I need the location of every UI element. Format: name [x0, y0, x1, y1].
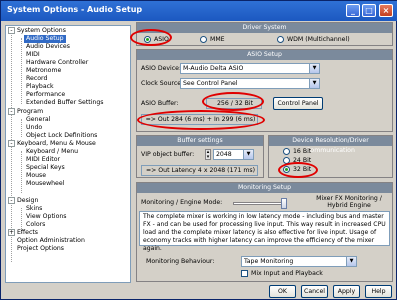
- maximize-button[interactable]: □: [362, 4, 376, 17]
- asio-latency-readout: => Out 284 (6 ms) + In 299 (6 ms): [141, 114, 258, 125]
- mix-input-label: Mix Input and Playback: [251, 270, 323, 277]
- 32-bit-label: 32 Bit: [293, 166, 312, 173]
- asio-buffer-value: 256 / 32 Bit: [206, 98, 262, 109]
- clock-source-value: See Control Panel: [183, 80, 238, 87]
- monitoring-setup-group: Monitoring Setup Monitoring / Engine Mod…: [136, 182, 393, 282]
- tree-item-mouse[interactable]: Mouse: [26, 172, 46, 180]
- tree-item-view-options[interactable]: View Options: [26, 213, 67, 221]
- monitoring-behaviour-dropdown[interactable]: Tape Monitoring ▼: [241, 256, 357, 267]
- tree-item-program[interactable]: Program: [17, 108, 43, 116]
- clock-source-dropdown[interactable]: See Control Panel ▼: [180, 78, 320, 89]
- clock-source-label: Clock Source:: [141, 80, 184, 87]
- 16-bit-label: 16 Bit: [293, 148, 312, 155]
- tree-item-audio-setup[interactable]: Audio Setup: [24, 35, 66, 43]
- tree-expander-program[interactable]: -: [8, 108, 15, 115]
- tree-expander-system-options[interactable]: -: [8, 27, 15, 34]
- tree-expander-design[interactable]: -: [8, 197, 15, 204]
- tree-item-playback[interactable]: Playback: [26, 83, 54, 91]
- mix-input-checkbox[interactable]: [241, 270, 248, 277]
- monitoring-mode-value: Mixer FX Monitoring / Hybrid Engine: [316, 195, 382, 209]
- driver-system-group: Driver System ASIO MME WDM (Multichannel…: [136, 22, 393, 46]
- asio-device-value: M-Audio Delta ASIO: [183, 65, 244, 72]
- minimize-button[interactable]: _: [346, 4, 360, 17]
- vip-buffer-label: VIP object buffer:: [141, 151, 195, 158]
- asio-setup-heading: ASIO Setup: [137, 50, 392, 60]
- tree-item-extended-buffer-settings[interactable]: Extended Buffer Settings: [26, 99, 103, 107]
- tree-item-option-administration[interactable]: Option Administration: [17, 237, 85, 245]
- monitoring-mode-slider-thumb[interactable]: [281, 198, 287, 209]
- tree-item-performance[interactable]: Performance: [26, 91, 65, 99]
- tree-item-midi-editor[interactable]: MIDI Editor: [26, 156, 60, 164]
- monitoring-behaviour-label: Monitoring Behaviour:: [146, 258, 215, 265]
- chevron-down-icon: ▼: [309, 64, 319, 73]
- tree-expander-effects[interactable]: +: [8, 229, 15, 236]
- help-button[interactable]: Help: [365, 285, 392, 298]
- tree-item-midi[interactable]: MIDI: [26, 51, 40, 59]
- asio-device-dropdown[interactable]: M-Audio Delta ASIO ▼: [180, 63, 320, 74]
- asio-label: ASIO: [154, 36, 169, 43]
- title-bar[interactable]: System Options - Audio Setup _ □ ×: [1, 1, 397, 21]
- vip-buffer-value: 2048: [216, 151, 232, 158]
- vip-buffer-dropdown[interactable]: 2048 ▼: [213, 149, 254, 160]
- asio-radio[interactable]: [144, 36, 151, 43]
- buffer-settings-heading: Buffer settings: [137, 136, 263, 146]
- 24-bit-radio[interactable]: [283, 157, 290, 164]
- asio-setup-group: ASIO Setup ASIO Device: M-Audio Delta AS…: [136, 49, 393, 132]
- monitoring-mode-slider[interactable]: [233, 202, 287, 205]
- tree-item-audio-devices[interactable]: Audio Devices: [26, 43, 70, 51]
- tree-item-design[interactable]: Design: [17, 197, 38, 205]
- driver-system-heading: Driver System: [137, 23, 392, 33]
- monitoring-setup-heading: Monitoring Setup: [137, 183, 392, 193]
- vip-latency-readout: => Out Latency 4 x 2048 (171 ms): [141, 165, 258, 176]
- monitoring-behaviour-value: Tape Monitoring: [244, 258, 294, 265]
- window-title: System Options - Audio Setup: [7, 5, 143, 14]
- ok-button[interactable]: OK: [269, 285, 296, 298]
- cancel-button[interactable]: Cancel: [301, 285, 328, 298]
- wdm-label: WDM (Multichannel): [287, 36, 350, 43]
- buffer-settings-group: Buffer settings VIP object buffer: ▴ ▾ 20…: [136, 135, 264, 178]
- monitoring-mode-label: Monitoring / Engine Mode:: [141, 199, 223, 206]
- tree-item-skins[interactable]: Skins: [26, 205, 42, 213]
- vip-buffer-spinner[interactable]: ▴ ▾: [205, 149, 211, 160]
- 16-bit-radio[interactable]: [283, 148, 290, 155]
- 32-bit-radio[interactable]: [283, 166, 290, 173]
- control-panel-button[interactable]: Control Panel: [273, 97, 323, 110]
- chevron-down-icon: ▼: [243, 150, 253, 159]
- tree-item-mousewheel[interactable]: Mousewheel: [26, 180, 64, 188]
- wdm-radio[interactable]: [277, 36, 284, 43]
- tree-item-keyboard-menu-mouse[interactable]: Keyboard, Menu & Mouse: [17, 140, 96, 148]
- apply-button[interactable]: Apply: [333, 285, 360, 298]
- tree-item-general[interactable]: General: [26, 116, 50, 124]
- asio-buffer-label: ASIO Buffer:: [141, 100, 179, 107]
- tree-item-undo[interactable]: Undo: [26, 124, 42, 132]
- device-resolution-group: Device Resolution/Driver Communication 1…: [268, 135, 393, 178]
- chevron-down-icon: ▼: [309, 79, 319, 88]
- tree-item-record[interactable]: Record: [26, 75, 47, 83]
- close-button[interactable]: ×: [379, 4, 393, 17]
- tree-item-hardware-controller[interactable]: Hardware Controller: [26, 59, 88, 67]
- asio-device-label: ASIO Device:: [141, 65, 182, 72]
- mme-radio[interactable]: [200, 36, 207, 43]
- tree-expander-keyboard-menu-mouse[interactable]: -: [8, 140, 15, 147]
- tree-item-keyboard-menu[interactable]: Keyboard / Menu: [26, 148, 78, 156]
- tree-item-project-options[interactable]: Project Options: [17, 245, 64, 253]
- options-tree[interactable]: - System Options Audio Setup Audio Devic…: [5, 25, 131, 283]
- system-options-window: System Options - Audio Setup _ □ × - Sys…: [0, 0, 397, 300]
- device-resolution-heading: Device Resolution/Driver Communication: [269, 136, 392, 154]
- tree-item-colors[interactable]: Colors: [26, 221, 45, 229]
- monitoring-description: The complete mixer is working in low lat…: [139, 211, 390, 252]
- tree-item-system-options[interactable]: System Options: [17, 27, 66, 35]
- tree-item-special-keys[interactable]: Special Keys: [26, 164, 65, 172]
- tree-item-object-lock-definitions[interactable]: Object Lock Definitions: [26, 132, 97, 140]
- 24-bit-label: 24 Bit: [293, 157, 312, 164]
- tree-item-effects[interactable]: Effects: [17, 229, 38, 237]
- mme-label: MME: [210, 36, 225, 43]
- chevron-down-icon: ▼: [346, 257, 356, 266]
- tree-item-metronome[interactable]: Metronome: [26, 67, 61, 75]
